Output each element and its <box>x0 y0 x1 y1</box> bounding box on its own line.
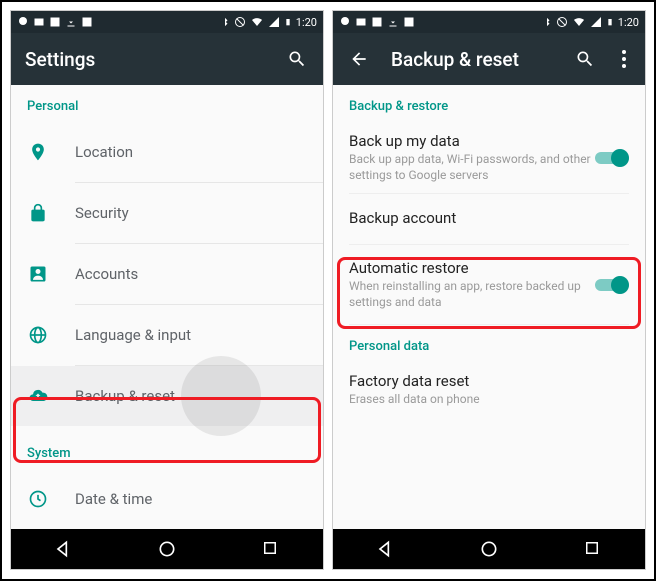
image-icon <box>371 16 383 28</box>
item-title: Factory data reset <box>349 372 629 390</box>
no-sim-icon <box>234 16 246 28</box>
search-button[interactable] <box>285 47 309 71</box>
overflow-button[interactable] <box>617 47 631 71</box>
touch-ripple <box>181 356 261 436</box>
item-title: Automatic restore <box>349 259 595 277</box>
row-label: Date & time <box>75 490 152 508</box>
item-desc: Erases all data on phone <box>349 392 629 408</box>
translate-icon <box>81 16 93 28</box>
nav-home-button[interactable] <box>157 539 177 559</box>
nav-bar <box>11 529 323 569</box>
row-label: Backup & reset <box>75 387 175 405</box>
person-icon <box>27 263 49 285</box>
section-system: System <box>11 432 323 469</box>
page-title: Backup & reset <box>391 48 553 71</box>
nav-back-button[interactable] <box>53 539 73 559</box>
item-desc: Back up app data, Wi-Fi passwords, and o… <box>349 152 595 183</box>
settings-list: Personal Location Security Accounts Lang… <box>11 85 323 529</box>
row-accounts[interactable]: Accounts <box>11 244 323 304</box>
app-bar: Backup & reset <box>333 33 645 85</box>
row-factory-reset[interactable]: Factory data reset Erases all data on ph… <box>333 362 645 418</box>
item-desc: When reinstalling an app, restore backed… <box>349 279 595 310</box>
wifi-icon <box>250 16 264 28</box>
mail-icon <box>33 16 45 28</box>
status-time: 1:20 <box>618 16 639 29</box>
location-icon <box>27 141 49 163</box>
row-backup-reset[interactable]: Backup & reset <box>11 366 323 426</box>
signal-icon <box>268 16 280 28</box>
search-button[interactable] <box>573 47 597 71</box>
clock-icon <box>27 488 49 510</box>
back-button[interactable] <box>347 47 371 71</box>
bluetooth-icon <box>220 16 230 28</box>
row-backup-my-data[interactable]: Back up my data Back up app data, Wi-Fi … <box>333 122 645 193</box>
row-language-input[interactable]: Language & input <box>11 305 323 365</box>
battery-icon <box>284 16 292 28</box>
no-sim-icon <box>556 16 568 28</box>
bluetooth-icon <box>542 16 552 28</box>
nav-back-button[interactable] <box>375 539 395 559</box>
section-personal: Personal <box>11 85 323 122</box>
nav-recent-button[interactable] <box>583 539 603 559</box>
mail-icon <box>355 16 367 28</box>
download-icon <box>387 16 399 28</box>
nav-bar <box>333 529 645 569</box>
row-label: Security <box>75 204 129 222</box>
search-icon <box>575 49 595 69</box>
page-title: Settings <box>25 48 265 71</box>
hangouts-icon <box>339 16 351 28</box>
row-automatic-restore[interactable]: Automatic restore When reinstalling an a… <box>333 245 645 324</box>
row-security[interactable]: Security <box>11 183 323 243</box>
more-vert-icon <box>622 50 626 68</box>
nav-recent-button[interactable] <box>261 539 281 559</box>
row-date-time[interactable]: Date & time <box>11 469 323 529</box>
row-label: Language & input <box>75 326 191 344</box>
status-bar: 1:20 <box>11 11 323 33</box>
toggle-automatic-restore[interactable] <box>595 276 629 294</box>
row-label: Location <box>75 143 133 161</box>
status-time: 1:20 <box>296 16 317 29</box>
cloud-upload-icon <box>27 385 49 407</box>
wifi-icon <box>572 16 586 28</box>
nav-home-button[interactable] <box>479 539 499 559</box>
phone-left: 1:20 Settings Personal Location Security… <box>10 10 324 570</box>
battery-icon <box>606 16 614 28</box>
arrow-back-icon <box>349 49 369 69</box>
item-title: Backup account <box>349 209 629 227</box>
row-location[interactable]: Location <box>11 122 323 182</box>
hangouts-icon <box>17 16 29 28</box>
section-personal-data: Personal data <box>333 325 645 362</box>
image-icon <box>49 16 61 28</box>
search-icon <box>287 49 307 69</box>
download-icon <box>65 16 77 28</box>
row-label: Accounts <box>75 265 138 283</box>
signal-icon <box>590 16 602 28</box>
status-bar: 1:20 <box>333 11 645 33</box>
row-backup-account[interactable]: Backup account <box>333 194 645 244</box>
phone-right: 1:20 Backup & reset Backup & restore Bac… <box>332 10 646 570</box>
globe-icon <box>27 324 49 346</box>
item-title: Back up my data <box>349 132 595 150</box>
lock-icon <box>27 202 49 224</box>
translate-icon <box>403 16 415 28</box>
section-backup-restore: Backup & restore <box>333 85 645 122</box>
toggle-backup-my-data[interactable] <box>595 149 629 167</box>
app-bar: Settings <box>11 33 323 85</box>
backup-reset-list: Backup & restore Back up my data Back up… <box>333 85 645 529</box>
